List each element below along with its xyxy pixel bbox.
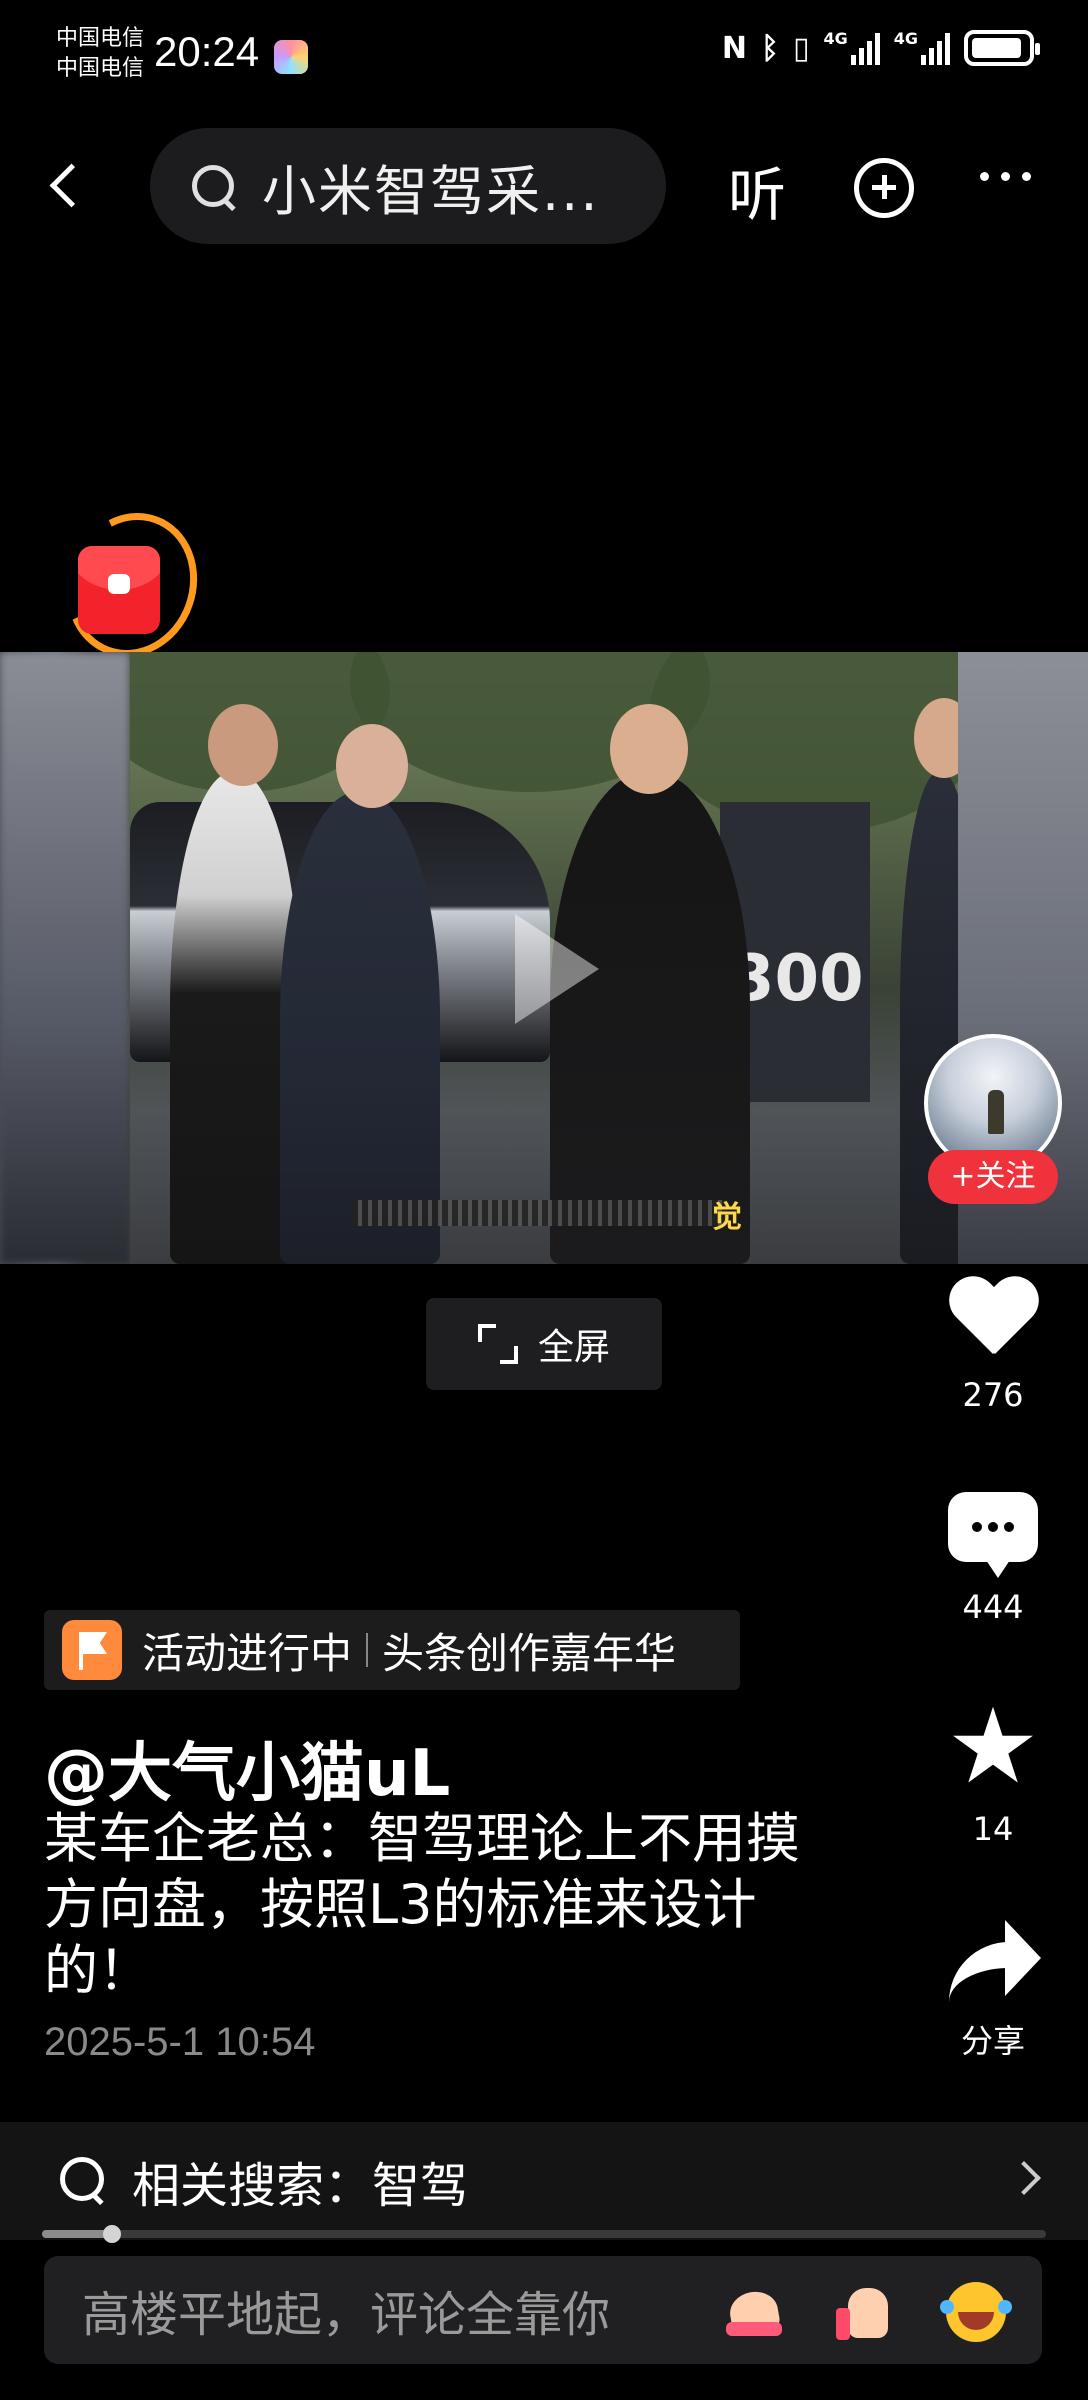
heart-icon[interactable] [947, 1278, 1039, 1362]
divider [366, 1633, 369, 1667]
video-player[interactable]: 300 觉 [0, 652, 1088, 1264]
add-circle-icon[interactable] [854, 158, 914, 218]
post-text: 某车企老总：智驾理论上不用摸方向盘，按照L3的标准来设计的！ [44, 1807, 800, 2002]
comment-icon[interactable] [948, 1492, 1038, 1578]
back-button[interactable] [36, 148, 96, 228]
activity-status: 活动进行中 [142, 1628, 353, 1678]
search-query[interactable]: 小米智驾采... [262, 147, 600, 226]
signal-4g-icon: 4G [894, 31, 950, 65]
search-icon [60, 2157, 108, 2205]
like-count: 276 [962, 1376, 1024, 1414]
search-icon [190, 163, 236, 209]
carrier-2: 中国电信 [56, 56, 145, 81]
video-progress-handle[interactable] [103, 2225, 122, 2243]
fullscreen-button[interactable]: 全屏 [426, 1298, 662, 1390]
video-caption [352, 1200, 728, 1226]
battery-level [972, 38, 1021, 58]
related-search-bar[interactable]: 相关搜索：智驾 [0, 2122, 1088, 2240]
carrier-1: 中国电信 [56, 26, 145, 51]
more-icon[interactable] [980, 172, 1031, 181]
favorite-action[interactable]: ★ 14 [930, 1694, 1056, 1848]
video-person-2 [280, 792, 440, 1264]
comment-input[interactable]: 高楼平地起，评论全靠你 [82, 2275, 610, 2345]
comment-bar[interactable]: 高楼平地起，评论全靠你 [44, 2256, 1042, 2364]
related-search-label: 相关搜索：智驾 [132, 2158, 469, 2214]
comment-count: 444 [962, 1588, 1024, 1626]
nfc-icon: N [721, 30, 747, 66]
listen-button[interactable]: 听 [728, 148, 786, 232]
status-time: 20:24 [154, 28, 260, 75]
fullscreen-label: 全屏 [537, 1327, 610, 1368]
search-bar[interactable]: 小米智驾采... [150, 128, 666, 244]
activity-badge[interactable]: 活动进行中 头条创作嘉年华 [44, 1610, 740, 1690]
video-sign-text: 300 [730, 942, 864, 1016]
expand-icon [477, 1324, 518, 1364]
red-envelope-icon [78, 546, 160, 634]
activity-name: 头条创作嘉年华 [382, 1628, 677, 1678]
flag-icon [62, 1620, 122, 1680]
like-action[interactable]: 276 [930, 1278, 1056, 1414]
author-name[interactable]: @大气小猫uL [44, 1722, 450, 1814]
vibrate-icon: ▯ [792, 30, 810, 66]
comment-action[interactable]: 444 [930, 1492, 1056, 1626]
video-caption-tail: 觉 [712, 1200, 742, 1235]
laughing-emoji[interactable] [940, 2282, 1006, 2342]
signal-4g-icon: 4G [823, 29, 880, 65]
video-progress-fill [42, 2230, 113, 2238]
thumbs-up-emoji[interactable] [834, 2282, 894, 2342]
status-icons: N ᛒ ▯ 4G 4G [721, 29, 1040, 66]
favorite-count: 14 [972, 1810, 1014, 1848]
star-icon[interactable]: ★ [930, 1694, 1056, 1798]
network-label-1: 4G [823, 29, 848, 48]
video-progress-bar[interactable] [42, 2225, 1046, 2243]
app-notification-icon [274, 40, 308, 74]
chevron-right-icon [1007, 2161, 1041, 2195]
status-bar: 中国电信 中国电信 20:24 N ᛒ ▯ 4G 4G [0, 0, 1088, 110]
network-label-2: 4G [893, 29, 918, 48]
carrier-info: 中国电信 中国电信 [56, 24, 144, 84]
pray-emoji[interactable] [724, 2282, 784, 2342]
video-blur-left [0, 652, 130, 1264]
play-icon[interactable] [497, 914, 599, 1024]
red-packet-widget[interactable] [46, 494, 218, 676]
post-time: 2025-5-1 10:54 [44, 2020, 316, 2064]
share-icon[interactable] [945, 1920, 1041, 2002]
share-action[interactable]: 分享 [930, 1920, 1056, 2062]
bluetooth-icon: ᛒ [760, 30, 779, 66]
battery-icon [964, 30, 1040, 66]
follow-button[interactable]: +关注 [928, 1150, 1058, 1204]
